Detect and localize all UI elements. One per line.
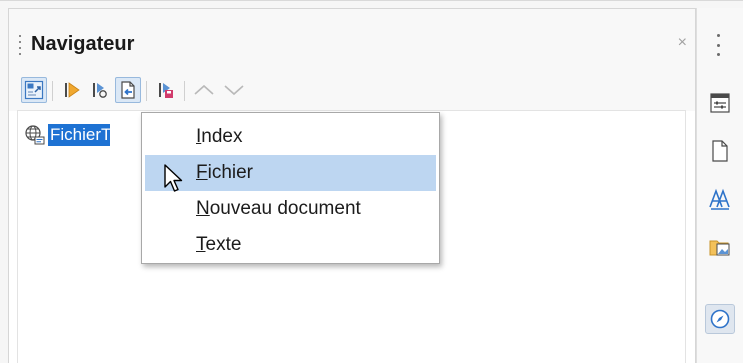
navigator-toolbar <box>9 65 695 111</box>
sidebar-properties-button[interactable] <box>705 88 735 118</box>
mouse-cursor-icon <box>164 164 183 192</box>
page-icon <box>712 140 728 162</box>
toggle-view-icon <box>24 80 44 100</box>
drag-grip-icon[interactable] <box>19 35 22 55</box>
sidebar-page-button[interactable] <box>705 136 735 166</box>
toggle-view-button[interactable] <box>21 77 47 103</box>
move-up-icon <box>194 84 214 95</box>
sidebar-navigator-button[interactable] <box>705 304 735 334</box>
save-contents-icon <box>159 83 173 98</box>
menu-item-index[interactable]: Index <box>142 119 439 155</box>
gallery-icon <box>709 240 730 256</box>
demote-level-icon <box>93 83 107 98</box>
toolbar-separator <box>184 81 185 101</box>
toolbar-separator <box>146 81 147 101</box>
properties-icon <box>710 93 730 113</box>
insert-button[interactable] <box>115 77 141 103</box>
sidebar-styles-button[interactable] <box>705 184 735 214</box>
close-icon[interactable]: × <box>678 35 687 51</box>
tree-item-label[interactable]: FichierTe <box>48 124 110 146</box>
panel-title: Navigateur <box>31 33 135 55</box>
globe-document-icon <box>25 125 45 145</box>
menu-item-texte[interactable]: Texte <box>142 227 439 263</box>
navigator-icon <box>710 309 730 329</box>
menu-item-nouveau-document[interactable]: Nouveau document <box>142 191 439 227</box>
more-options-icon[interactable] <box>716 34 720 56</box>
move-down-icon <box>224 85 244 96</box>
move-down-button[interactable] <box>221 77 247 103</box>
styles-icon <box>709 188 730 210</box>
tree-item[interactable]: FichierTe <box>24 123 110 147</box>
sidebar-gallery-button[interactable] <box>705 232 735 262</box>
demote-level-button[interactable] <box>87 77 113 103</box>
insert-icon <box>121 81 135 99</box>
save-contents-button[interactable] <box>153 77 179 103</box>
toolbar-separator <box>52 81 53 101</box>
move-up-button[interactable] <box>191 77 217 103</box>
sidebar-deck <box>696 8 743 363</box>
panel-title-bar: Navigateur × <box>9 9 695 65</box>
promote-level-button[interactable] <box>59 77 85 103</box>
promote-level-icon <box>65 82 80 98</box>
